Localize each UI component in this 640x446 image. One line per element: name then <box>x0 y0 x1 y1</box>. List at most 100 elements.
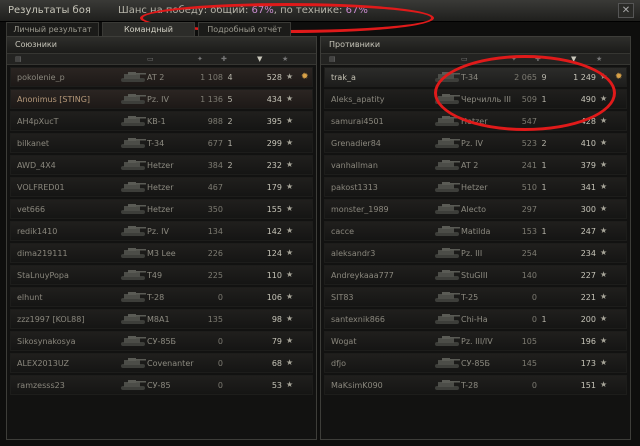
medal-icon[interactable]: ✹ <box>301 72 309 82</box>
damage-value: 135 <box>207 315 223 324</box>
tank-icon <box>119 158 147 172</box>
tank-icon <box>433 356 461 370</box>
player-row[interactable]: AWD_4X4 Hetzer 384 2 232 ★ <box>10 155 313 175</box>
player-row[interactable]: elhunt T-28 0 106 ★ <box>10 287 313 307</box>
player-row[interactable]: VOLFRED01 Hetzer 467 179 ★ <box>10 177 313 197</box>
player-name: aleksandr3 <box>331 249 376 258</box>
player-row[interactable]: Grenadier84 Pz. IV 523 2 410 ★ <box>324 133 627 153</box>
tank-column-icon[interactable]: ▭ <box>147 55 154 63</box>
player-row[interactable]: pokolenie_p AT 21 108 4 528 ★ ✹ <box>10 67 313 87</box>
tank-icon <box>433 136 461 150</box>
player-row[interactable]: Wogat Pz. III/IV 105 196 ★ <box>324 331 627 351</box>
star-icon: ★ <box>286 314 294 323</box>
xp-value: 232 <box>266 161 282 170</box>
player-row[interactable]: ALEX2013UZ Covenanter 0 68 ★ <box>10 353 313 373</box>
star-icon: ★ <box>286 292 294 301</box>
player-row[interactable]: MaKsimK090 T-28 0 151 ★ <box>324 375 627 395</box>
damage-value: 153 <box>521 227 537 236</box>
damage-value: 0 <box>217 337 223 346</box>
star-icon: ★ <box>600 226 608 235</box>
damage-value: 145 <box>521 359 537 368</box>
player-row[interactable]: zzz1997 [KOL88] M8A1 135 98 ★ <box>10 309 313 329</box>
damage-value: 988 <box>207 117 223 126</box>
player-row[interactable]: dfjo СУ-85Б 145 173 ★ <box>324 353 627 373</box>
player-row[interactable]: cacce Matilda 153 1 247 ★ <box>324 221 627 241</box>
player-row[interactable]: bilkanet T-34 677 1 299 ★ <box>10 133 313 153</box>
tank-icon <box>119 180 147 194</box>
damage-value: 467 <box>207 183 223 192</box>
player-row[interactable]: StaLnuyPopa T49 225 110 ★ <box>10 265 313 285</box>
tank-icon <box>433 158 461 172</box>
star-icon: ★ <box>600 182 608 191</box>
player-row[interactable]: Anonimus [STING] Pz. IV 1 136 5 434 ★ <box>10 89 313 109</box>
player-row[interactable]: vet666 Hetzer 350 155 ★ <box>10 199 313 219</box>
star-icon: ★ <box>600 358 608 367</box>
player-name: vet666 <box>17 205 46 214</box>
player-row[interactable]: monster_1989 Alecto 297 300 ★ <box>324 199 627 219</box>
damage-column-icon[interactable]: ✦ <box>197 55 203 63</box>
damage-value: 254 <box>521 249 537 258</box>
damage-value: 510 <box>521 183 537 192</box>
player-name: elhunt <box>17 293 43 302</box>
star-icon: ★ <box>286 270 294 279</box>
squad-column-icon[interactable]: ▤ <box>329 55 336 63</box>
damage-value: 677 <box>207 139 223 148</box>
player-name: Andreykaaa777 <box>331 271 394 280</box>
damage-value: 523 <box>521 139 537 148</box>
damage-value: 241 <box>521 161 537 170</box>
tank-icon <box>119 334 147 348</box>
medal-icon[interactable]: ✹ <box>615 72 623 82</box>
xp-value: 196 <box>580 337 596 346</box>
xp-value: 528 <box>266 73 282 82</box>
frags-value: 2 <box>541 139 547 148</box>
xp-value: 300 <box>580 205 596 214</box>
player-row[interactable]: Andreykaaa777 StuGIII 140 227 ★ <box>324 265 627 285</box>
window-title: Результаты боя <box>8 5 91 16</box>
player-row[interactable]: aleksandr3 Pz. III 254 234 ★ <box>324 243 627 263</box>
star-icon: ★ <box>600 292 608 301</box>
player-row[interactable]: pakost1313 Hetzer 510 1 341 ★ <box>324 177 627 197</box>
xp-value: 221 <box>580 293 596 302</box>
xp-value: 434 <box>266 95 282 104</box>
frags-column-icon[interactable]: ✚ <box>221 55 227 63</box>
xp-sort-icon[interactable]: ▼ <box>257 55 262 63</box>
player-name: samurai4501 <box>331 117 384 126</box>
star-icon: ★ <box>286 72 294 81</box>
tank-icon <box>119 246 147 260</box>
tab-team[interactable]: Командный результат <box>102 22 195 47</box>
tank-column-icon[interactable]: ▭ <box>461 55 468 63</box>
star-icon: ★ <box>286 138 294 147</box>
player-name: bilkanet <box>17 139 50 148</box>
player-name: Wogat <box>331 337 357 346</box>
player-row[interactable]: SIT83 T-25 0 221 ★ <box>324 287 627 307</box>
tank-icon <box>119 378 147 392</box>
squad-column-icon[interactable]: ▤ <box>15 55 22 63</box>
damage-value: 226 <box>207 249 223 258</box>
damage-value: 1 108 <box>200 73 223 82</box>
tab-personal[interactable]: Личный результат <box>6 22 99 36</box>
player-name: trak_a <box>331 73 356 82</box>
damage-value: 0 <box>531 315 537 324</box>
player-name: Sikosynakosya <box>17 337 76 346</box>
xp-value: 395 <box>266 117 282 126</box>
player-row[interactable]: Sikosynakosya СУ-85Б 0 79 ★ <box>10 331 313 351</box>
player-name: Grenadier84 <box>331 139 381 148</box>
player-row[interactable]: ramzesss23 СУ-85 0 53 ★ <box>10 375 313 395</box>
tank-icon <box>433 378 461 392</box>
player-row[interactable]: dima219111 M3 Lee 226 124 ★ <box>10 243 313 263</box>
player-row[interactable]: vanhallman AT 2 241 1 379 ★ <box>324 155 627 175</box>
tab-detailed[interactable]: Подробный отчёт <box>198 22 291 36</box>
player-row[interactable]: redik1410 Pz. IV 134 142 ★ <box>10 221 313 241</box>
player-row[interactable]: santexnik866 Chi-Ha 0 1 200 ★ <box>324 309 627 329</box>
star-icon: ★ <box>286 116 294 125</box>
star-icon: ★ <box>600 336 608 345</box>
damage-value: 225 <box>207 271 223 280</box>
player-name: zzz1997 [KOL88] <box>17 315 85 324</box>
player-row[interactable]: AH4pXucT KB-1 988 2 395 ★ <box>10 111 313 131</box>
player-name: ALEX2013UZ <box>17 359 70 368</box>
player-name: vanhallman <box>331 161 378 170</box>
star-icon: ★ <box>600 160 608 169</box>
player-name: pakost1313 <box>331 183 378 192</box>
xp-value: 234 <box>580 249 596 258</box>
close-button[interactable]: ✕ <box>618 3 634 18</box>
